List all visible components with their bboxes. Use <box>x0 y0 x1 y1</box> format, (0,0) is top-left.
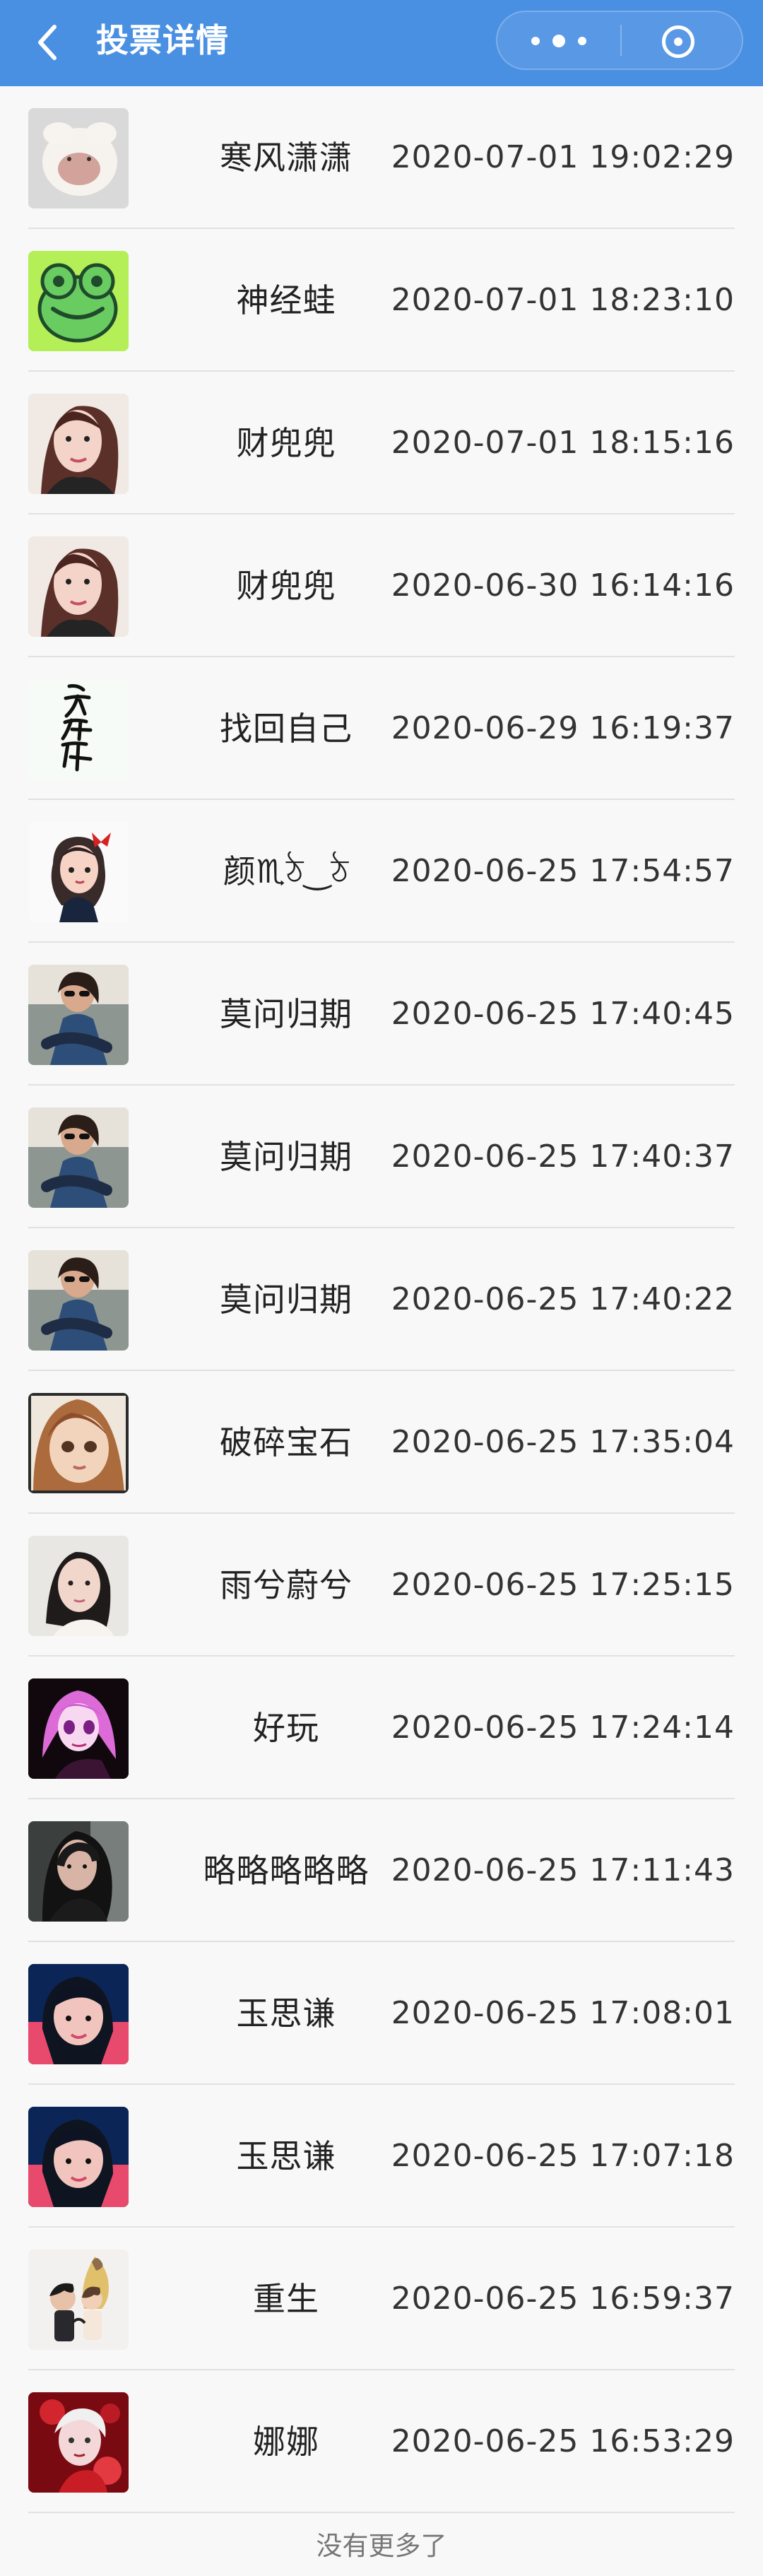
voter-nickname: 娜娜 <box>253 2423 319 2461</box>
voter-nickname: 破碎宝石 <box>220 1423 353 1462</box>
user-avatar <box>28 1393 129 1493</box>
voter-nickname: 略略略略略 <box>203 1852 369 1890</box>
voter-nickname: 财兜兜 <box>236 424 336 462</box>
voter-nickname: 莫问归期 <box>220 1281 353 1319</box>
user-avatar <box>28 679 129 780</box>
user-avatar <box>28 1536 129 1636</box>
user-avatar <box>28 1964 129 2064</box>
vote-record-row: 颜♏ঠ‿ঠ 2020-06-25 17:54:57 <box>0 800 763 943</box>
user-avatar <box>28 822 129 922</box>
vote-timestamp: 2020-07-01 18:15:16 <box>391 425 735 461</box>
user-avatar <box>28 2107 129 2207</box>
vote-record-row: 找回自己 2020-06-29 16:19:37 <box>0 657 763 800</box>
voter-nickname: 玉思谦 <box>236 2137 336 2175</box>
vote-record-row: 重生 2020-06-25 16:59:37 <box>0 2228 763 2370</box>
voter-nickname: 神经蛙 <box>236 281 336 319</box>
voter-nickname: 莫问归期 <box>220 1138 353 1176</box>
vote-timestamp: 2020-06-25 16:53:29 <box>391 2423 735 2459</box>
vote-record-row: 娜娜 2020-06-25 16:53:29 <box>0 2370 763 2513</box>
vote-record-row: 破碎宝石 2020-06-25 17:35:04 <box>0 1371 763 1514</box>
vote-record-row: 玉思谦 2020-06-25 17:08:01 <box>0 1942 763 2085</box>
vote-record-row: 略略略略略 2020-06-25 17:11:43 <box>0 1799 763 1942</box>
voter-nickname: 颜♏ঠ‿ঠ <box>223 852 350 890</box>
navigation-bar: 投票详情 <box>0 0 763 86</box>
voter-nickname: 重生 <box>253 2280 319 2318</box>
voter-nickname: 玉思谦 <box>236 1994 336 2033</box>
user-avatar <box>28 536 129 637</box>
user-avatar <box>28 2392 129 2493</box>
vote-record-row: 好玩 2020-06-25 17:24:14 <box>0 1657 763 1799</box>
user-avatar <box>28 394 129 494</box>
vote-timestamp: 2020-06-25 16:59:37 <box>391 2281 735 2317</box>
user-avatar <box>28 1678 129 1779</box>
vote-timestamp: 2020-06-25 17:40:22 <box>391 1281 735 1317</box>
vote-timestamp: 2020-06-25 17:40:37 <box>391 1139 735 1175</box>
mini-program-capsule <box>496 11 743 70</box>
more-dots-icon <box>531 35 586 47</box>
back-button[interactable] <box>31 21 66 64</box>
vote-timestamp: 2020-06-25 17:40:45 <box>391 996 735 1032</box>
voter-nickname: 好玩 <box>253 1709 319 1747</box>
user-avatar <box>28 2249 129 2350</box>
vote-record-row: 神经蛙 2020-07-01 18:23:10 <box>0 229 763 372</box>
more-options-button[interactable] <box>497 12 620 69</box>
user-avatar <box>28 965 129 1065</box>
vote-timestamp: 2020-06-25 17:07:18 <box>391 2138 735 2174</box>
vote-record-row: 莫问归期 2020-06-25 17:40:45 <box>0 943 763 1086</box>
vote-timestamp: 2020-06-29 16:19:37 <box>391 710 735 746</box>
close-mini-program-button[interactable] <box>622 12 742 69</box>
chevron-left-icon <box>38 25 57 60</box>
page-title: 投票详情 <box>96 21 229 59</box>
vote-record-row: 财兜兜 2020-06-30 16:14:16 <box>0 514 763 657</box>
user-avatar <box>28 251 129 351</box>
user-avatar <box>28 1821 129 1922</box>
vote-timestamp: 2020-06-30 16:14:16 <box>391 567 735 604</box>
vote-record-row: 财兜兜 2020-07-01 18:15:16 <box>0 372 763 514</box>
vote-timestamp: 2020-06-25 17:25:15 <box>391 1567 735 1603</box>
vote-record-row: 雨兮蔚兮 2020-06-25 17:25:15 <box>0 1514 763 1657</box>
voter-nickname: 财兜兜 <box>236 567 336 605</box>
vote-timestamp: 2020-06-25 17:24:14 <box>391 1710 735 1746</box>
voter-nickname: 寒风潇潇 <box>220 139 353 177</box>
user-avatar <box>28 1107 129 1208</box>
user-avatar <box>28 1250 129 1351</box>
voter-nickname: 雨兮蔚兮 <box>220 1566 353 1604</box>
voter-nickname: 找回自己 <box>220 710 353 748</box>
vote-timestamp: 2020-06-25 17:54:57 <box>391 853 735 889</box>
voter-nickname: 莫问归期 <box>220 995 353 1033</box>
vote-timestamp: 2020-06-25 17:08:01 <box>391 1995 735 2031</box>
vote-timestamp: 2020-07-01 18:23:10 <box>391 282 735 318</box>
vote-timestamp: 2020-06-25 17:35:04 <box>391 1424 735 1460</box>
user-avatar <box>28 108 129 208</box>
vote-record-row: 玉思谦 2020-06-25 17:07:18 <box>0 2085 763 2228</box>
target-icon <box>662 25 694 58</box>
vote-timestamp: 2020-06-25 17:11:43 <box>391 1852 735 1888</box>
no-more-text: 没有更多了 <box>316 2531 447 2561</box>
vote-timestamp: 2020-07-01 19:02:29 <box>391 139 735 175</box>
vote-list: 寒风潇潇 2020-07-01 19:02:29 神经蛙 2020-07-01 18… <box>0 86 763 2513</box>
vote-record-row: 寒风潇潇 2020-07-01 19:02:29 <box>0 86 763 229</box>
row-divider <box>28 2512 735 2513</box>
vote-record-row: 莫问归期 2020-06-25 17:40:22 <box>0 1228 763 1371</box>
vote-record-row: 莫问归期 2020-06-25 17:40:37 <box>0 1086 763 1228</box>
